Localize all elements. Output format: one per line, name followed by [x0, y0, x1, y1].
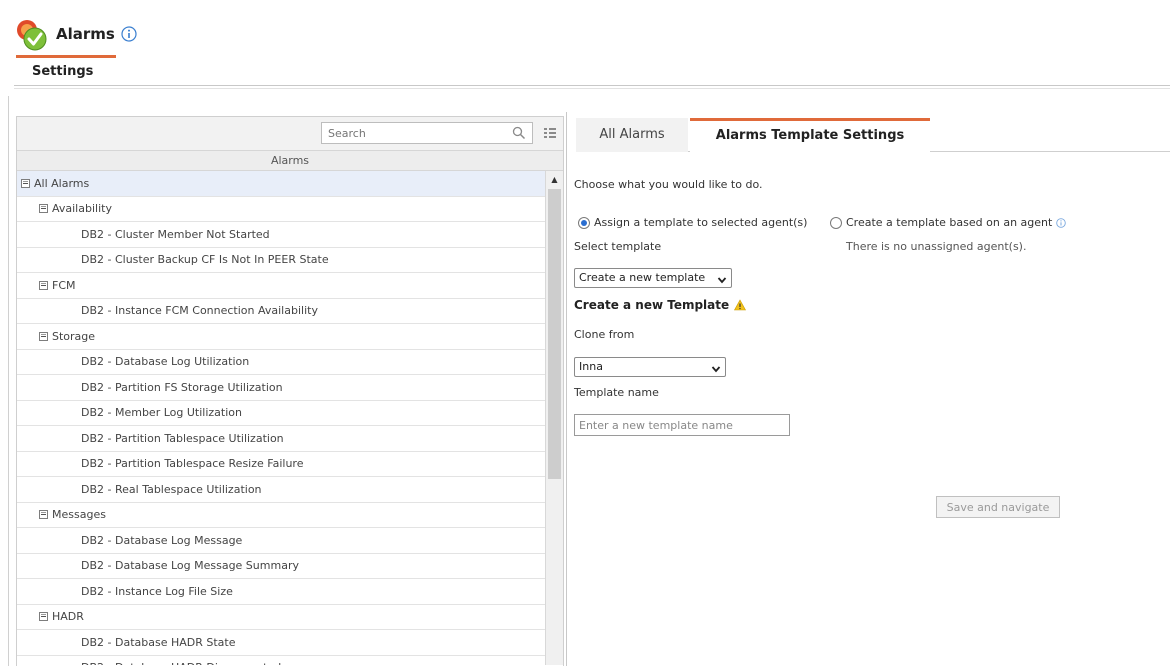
- tree-group-item[interactable]: All Alarms: [17, 171, 545, 197]
- radio-create-label: Create a template based on an agent: [846, 216, 1053, 229]
- search-input[interactable]: [322, 126, 502, 140]
- tree-alarm-item[interactable]: DB2 - Instance FCM Connection Availabili…: [17, 299, 545, 324]
- clone-from-value: Inna: [579, 360, 603, 373]
- header-divider: [14, 85, 1170, 86]
- panel-splitter[interactable]: [566, 112, 567, 666]
- column-options-icon[interactable]: [543, 126, 557, 140]
- tree-alarm-item[interactable]: DB2 - Cluster Member Not Started: [17, 222, 545, 248]
- chevron-down-icon: [711, 362, 721, 373]
- collapse-toggle-icon[interactable]: [39, 612, 48, 622]
- tree-alarm-item[interactable]: DB2 - Database Log Message Summary: [17, 554, 545, 579]
- tree-alarm-item[interactable]: DB2 - Database Log Utilization: [17, 350, 545, 375]
- template-name-input[interactable]: [574, 414, 790, 436]
- tree-group-item[interactable]: HADR: [17, 605, 545, 630]
- tree-item-label: Availability: [52, 202, 112, 216]
- tree-item-label: DB2 - Instance Log File Size: [81, 584, 233, 598]
- instruction-text: Choose what you would like to do.: [574, 178, 763, 191]
- new-template-heading: Create a new Template: [574, 298, 747, 312]
- tree-item-label: FCM: [52, 278, 76, 292]
- clone-from-dropdown[interactable]: Inna: [574, 357, 726, 377]
- alarms-tree: All Alarms Availability DB2 - Cluster Memb…: [17, 171, 563, 665]
- chevron-down-icon: [717, 273, 727, 284]
- tree-alarm-item[interactable]: DB2 - Partition Tablespace Utilization: [17, 426, 545, 452]
- tree-alarm-item[interactable]: DB2 - Database HADR Disconnected: [17, 656, 545, 665]
- collapse-toggle-icon[interactable]: [39, 204, 48, 214]
- tree-alarm-item[interactable]: DB2 - Cluster Backup CF Is Not In PEER S…: [17, 248, 545, 273]
- tree-item-label: DB2 - Database Log Utilization: [81, 355, 250, 369]
- info-circle-icon[interactable]: [1056, 217, 1067, 228]
- tree-alarm-item[interactable]: DB2 - Partition Tablespace Resize Failur…: [17, 452, 545, 477]
- search-icon[interactable]: [512, 126, 526, 140]
- tree-item-label: DB2 - Real Tablespace Utilization: [81, 482, 262, 496]
- tab-alarms-template-settings[interactable]: Alarms Template Settings: [690, 118, 930, 152]
- tree-item-label: Messages: [52, 508, 106, 522]
- warning-icon: [734, 299, 747, 311]
- tree-item-label: DB2 - Partition Tablespace Utilization: [81, 431, 284, 445]
- radio-assign-label: Assign a template to selected agent(s): [594, 216, 808, 229]
- tree-item-label: All Alarms: [34, 176, 90, 190]
- tree-alarm-item[interactable]: DB2 - Real Tablespace Utilization: [17, 477, 545, 503]
- tree-item-label: DB2 - Database HADR State: [81, 635, 236, 649]
- tab-all-alarms[interactable]: All Alarms: [576, 118, 688, 152]
- tree-alarm-item[interactable]: DB2 - Member Log Utilization: [17, 401, 545, 426]
- tree-alarm-item[interactable]: DB2 - Instance Log File Size: [17, 579, 545, 605]
- tree-item-label: DB2 - Cluster Backup CF Is Not In PEER S…: [81, 253, 329, 267]
- no-unassigned-agent-note: There is no unassigned agent(s).: [846, 240, 1027, 253]
- tree-group-item[interactable]: Availability: [17, 197, 545, 222]
- tree-toolbar: [17, 117, 563, 151]
- alarms-tree-panel: Alarms All Alarms Availability DB2 - Clust…: [16, 116, 564, 666]
- header-divider-secondary: [14, 88, 1170, 89]
- collapse-toggle-icon[interactable]: [39, 331, 48, 341]
- clone-from-label: Clone from: [574, 328, 635, 341]
- page-left-border: [8, 96, 9, 666]
- search-box[interactable]: [321, 122, 533, 144]
- radio-create-template[interactable]: Create a template based on an agent: [830, 216, 1067, 229]
- tree-item-label: DB2 - Database Log Message: [81, 533, 243, 547]
- select-template-value: Create a new template: [579, 271, 706, 284]
- tree-item-label: DB2 - Database HADR Disconnected: [81, 661, 281, 665]
- tree-item-label: Storage: [52, 329, 96, 343]
- tree-group-item[interactable]: Storage: [17, 324, 545, 350]
- new-template-title: Create a new Template: [574, 298, 730, 312]
- alarm-check-icon: [14, 16, 50, 52]
- collapse-toggle-icon[interactable]: [39, 280, 48, 290]
- tree-alarm-item[interactable]: DB2 - Database Log Message: [17, 528, 545, 554]
- tree-group-item[interactable]: FCM: [17, 273, 545, 299]
- alarms-column-header[interactable]: Alarms: [17, 151, 563, 171]
- scroll-up-arrow-icon[interactable]: ▲: [546, 171, 563, 187]
- select-template-dropdown[interactable]: Create a new template: [574, 268, 732, 288]
- page-title: Alarms: [56, 25, 115, 43]
- select-template-label: Select template: [574, 240, 662, 253]
- right-tabs: All Alarms Alarms Template Settings: [576, 118, 1170, 152]
- tree-item-label: DB2 - Database Log Message Summary: [81, 559, 299, 573]
- tree-scrollbar[interactable]: ▲: [545, 171, 563, 665]
- tree-item-label: DB2 - Member Log Utilization: [81, 406, 242, 420]
- collapse-toggle-icon[interactable]: [39, 510, 48, 520]
- tree-list: All Alarms Availability DB2 - Cluster Memb…: [17, 171, 545, 665]
- save-and-navigate-button[interactable]: Save and navigate: [936, 496, 1060, 518]
- collapse-toggle-icon[interactable]: [21, 178, 30, 188]
- app-header: Alarms: [14, 14, 137, 54]
- tree-item-label: DB2 - Partition FS Storage Utilization: [81, 380, 283, 394]
- tree-alarm-item[interactable]: DB2 - Partition FS Storage Utilization: [17, 375, 545, 401]
- radio-assign-template[interactable]: Assign a template to selected agent(s): [578, 216, 807, 229]
- tree-group-item[interactable]: Messages: [17, 503, 545, 528]
- tree-alarm-item[interactable]: DB2 - Database HADR State: [17, 630, 545, 656]
- scroll-thumb[interactable]: [548, 189, 561, 479]
- info-circle-icon[interactable]: [121, 26, 137, 42]
- tree-item-label: DB2 - Instance FCM Connection Availabili…: [81, 304, 318, 318]
- tree-item-label: DB2 - Partition Tablespace Resize Failur…: [81, 457, 304, 471]
- tree-item-label: HADR: [52, 610, 84, 624]
- radio-button-checked[interactable]: [578, 216, 590, 229]
- tree-item-label: DB2 - Cluster Member Not Started: [81, 227, 270, 241]
- tab-settings[interactable]: Settings: [16, 55, 116, 83]
- radio-button-unchecked[interactable]: [830, 216, 842, 229]
- template-name-label: Template name: [574, 386, 659, 399]
